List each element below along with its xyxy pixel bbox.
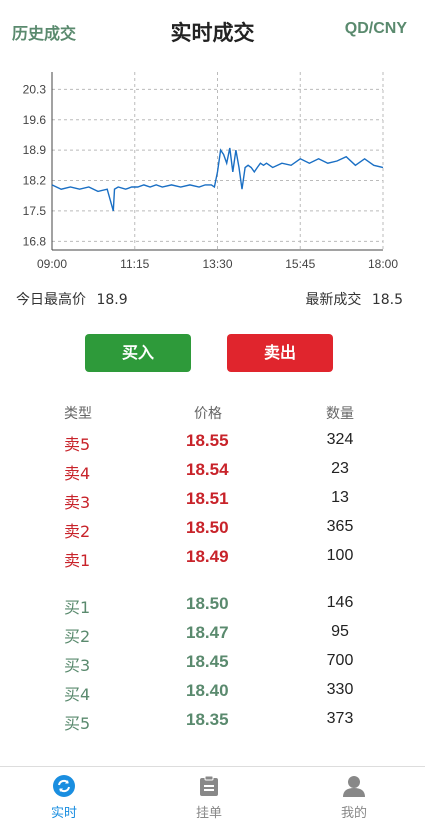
ask-row[interactable]: 卖4 18.54 23 bbox=[0, 460, 425, 489]
order-price: 18.50 bbox=[186, 518, 229, 537]
y-tick-label: 18.9 bbox=[23, 143, 47, 157]
order-type: 买4 bbox=[64, 685, 91, 704]
bid-row[interactable]: 买1 18.50 146 bbox=[0, 594, 425, 623]
bid-row[interactable]: 买3 18.45 700 bbox=[0, 652, 425, 681]
y-tick-label: 18.2 bbox=[23, 174, 47, 188]
order-qty: 13 bbox=[331, 489, 349, 506]
last-trade-value: 18.5 bbox=[371, 292, 403, 308]
y-tick-label: 20.3 bbox=[23, 82, 47, 96]
order-price: 18.35 bbox=[186, 710, 229, 729]
x-tick-label: 11:15 bbox=[120, 257, 149, 271]
order-type: 买3 bbox=[64, 656, 91, 675]
column-header-type: 类型 bbox=[64, 406, 92, 422]
buy-button[interactable]: 买入 bbox=[85, 334, 191, 372]
column-header-price: 价格 bbox=[194, 406, 222, 422]
ask-row[interactable]: 卖2 18.50 365 bbox=[0, 518, 425, 547]
trading-pair-label[interactable]: QD/CNY bbox=[345, 20, 407, 38]
last-trade-label: 最新成交 bbox=[305, 292, 362, 308]
order-type: 卖1 bbox=[64, 551, 91, 570]
order-type: 卖4 bbox=[64, 464, 91, 483]
bottom-tab-bar: 实时 挂单 我的 bbox=[0, 766, 425, 827]
order-price: 18.50 bbox=[186, 594, 229, 613]
last-trade-stat: 最新成交 18.5 bbox=[305, 289, 403, 309]
order-qty: 23 bbox=[331, 460, 349, 477]
tab-orders[interactable]: 挂单 bbox=[164, 767, 254, 827]
refresh-icon bbox=[53, 775, 75, 797]
order-qty: 365 bbox=[326, 518, 354, 535]
clipboard-icon bbox=[200, 775, 218, 796]
order-qty: 100 bbox=[326, 547, 354, 564]
order-type: 卖5 bbox=[64, 435, 91, 454]
order-price: 18.47 bbox=[186, 623, 229, 642]
order-type: 卖3 bbox=[64, 493, 91, 512]
tab-label: 我的 bbox=[340, 806, 367, 821]
x-tick-label: 18:00 bbox=[368, 257, 398, 271]
order-type: 卖2 bbox=[64, 522, 91, 541]
order-qty: 700 bbox=[326, 652, 354, 669]
today-high-stat: 今日最高价 18.9 bbox=[16, 289, 128, 309]
order-qty: 95 bbox=[331, 623, 349, 640]
bid-row[interactable]: 买4 18.40 330 bbox=[0, 681, 425, 710]
order-qty: 373 bbox=[326, 710, 354, 727]
tab-label: 挂单 bbox=[195, 806, 222, 821]
order-type: 买2 bbox=[64, 627, 91, 646]
tab-label: 实时 bbox=[50, 806, 77, 821]
order-price: 18.49 bbox=[186, 547, 229, 566]
order-qty: 324 bbox=[326, 431, 354, 448]
y-tick-label: 19.6 bbox=[23, 113, 47, 127]
x-tick-label: 13:30 bbox=[202, 257, 232, 271]
order-price: 18.55 bbox=[186, 431, 229, 450]
order-price: 18.51 bbox=[186, 489, 229, 508]
order-price: 18.45 bbox=[186, 652, 229, 671]
order-price: 18.54 bbox=[186, 460, 229, 479]
y-tick-label: 17.5 bbox=[23, 204, 47, 218]
order-type: 买1 bbox=[64, 598, 91, 617]
order-price: 18.40 bbox=[186, 681, 229, 700]
order-type: 买5 bbox=[64, 714, 91, 733]
ask-row[interactable]: 卖3 18.51 13 bbox=[0, 489, 425, 518]
ask-row[interactable]: 卖1 18.49 100 bbox=[0, 547, 425, 576]
sell-button[interactable]: 卖出 bbox=[227, 334, 333, 372]
bid-row[interactable]: 买5 18.35 373 bbox=[0, 710, 425, 739]
tab-mine[interactable]: 我的 bbox=[309, 767, 399, 827]
order-qty: 146 bbox=[326, 594, 354, 611]
ask-row[interactable]: 卖5 18.55 324 bbox=[0, 431, 425, 460]
y-tick-label: 16.8 bbox=[23, 234, 47, 248]
tab-realtime[interactable]: 实时 bbox=[19, 767, 109, 827]
column-header-qty: 数量 bbox=[326, 406, 354, 422]
today-high-label: 今日最高价 bbox=[16, 292, 86, 308]
order-qty: 330 bbox=[326, 681, 354, 698]
x-tick-label: 15:45 bbox=[285, 257, 315, 271]
app-header: 历史成交 实时成交 QD/CNY bbox=[0, 0, 425, 62]
price-chart: 20.3 19.6 18.9 18.2 17.5 16.8 09:00 11:15 13:30 1… bbox=[23, 72, 398, 271]
bid-row[interactable]: 买2 18.47 95 bbox=[0, 623, 425, 652]
today-high-value: 18.9 bbox=[96, 292, 128, 308]
user-icon bbox=[343, 776, 365, 797]
x-tick-label: 09:00 bbox=[37, 257, 67, 271]
